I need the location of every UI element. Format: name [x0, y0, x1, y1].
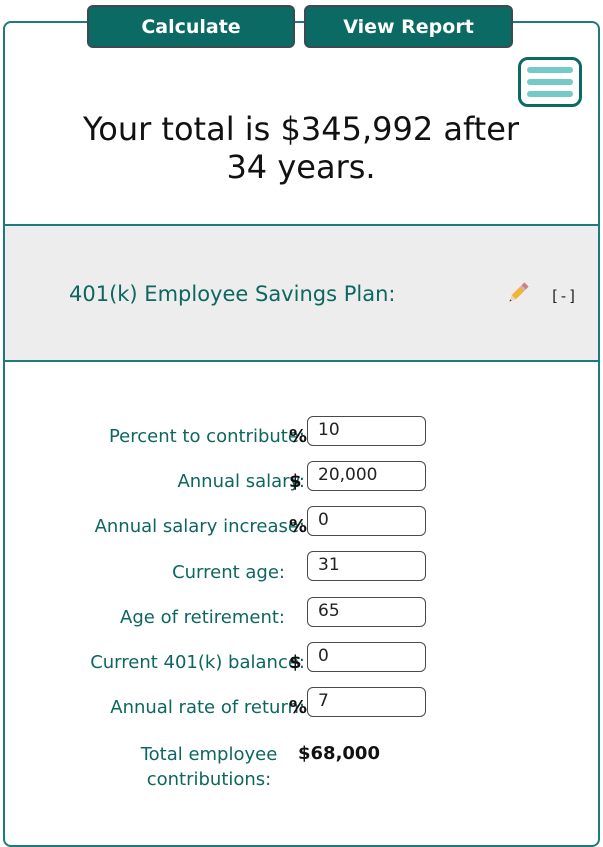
- percent-unit: %: [289, 516, 308, 537]
- salary-increase-input[interactable]: 0: [307, 506, 426, 536]
- total-contributions-label-line1: Total employee: [140, 744, 278, 765]
- percent-unit: %: [289, 426, 308, 447]
- retirement-age-input[interactable]: 65: [307, 597, 426, 627]
- salary-increase-label: Annual salary increase:: [94, 516, 305, 537]
- total-contributions-value: $68,000: [298, 743, 380, 764]
- result-summary-line2: 34 years.: [226, 148, 376, 186]
- menu-bar: [527, 67, 573, 73]
- percent-contribute-input[interactable]: 10: [307, 416, 426, 446]
- current-age-label: Current age:: [172, 562, 285, 583]
- dollar-unit: $: [289, 471, 302, 492]
- rate-of-return-label: Annual rate of return:: [110, 697, 305, 718]
- collapse-toggle[interactable]: [-]: [550, 287, 577, 305]
- view-report-button[interactable]: View Report: [304, 5, 513, 48]
- current-balance-input[interactable]: 0: [307, 642, 426, 672]
- section-title: 401(k) Employee Savings Plan:: [69, 282, 396, 306]
- total-contributions-label-line2: contributions:: [146, 769, 272, 790]
- result-summary: Your total is $345,992 after 34 years.: [20, 110, 582, 186]
- dollar-unit: $: [289, 652, 302, 673]
- total-contributions-label: Total employee contributions:: [130, 742, 288, 792]
- current-balance-label: Current 401(k) balance:: [90, 652, 305, 673]
- retirement-age-label: Age of retirement:: [120, 607, 285, 628]
- menu-bar: [527, 91, 573, 97]
- annual-salary-label: Annual salary:: [177, 471, 305, 492]
- result-summary-line1: Your total is $345,992 after: [82, 110, 520, 148]
- percent-unit: %: [289, 697, 308, 718]
- current-age-input[interactable]: 31: [307, 551, 426, 581]
- calculate-button[interactable]: Calculate: [87, 5, 295, 48]
- menu-bar: [527, 79, 573, 85]
- percent-contribute-label: Percent to contribute:: [108, 426, 305, 447]
- pencil-icon[interactable]: [505, 280, 531, 306]
- annual-salary-input[interactable]: 20,000: [307, 461, 426, 491]
- hamburger-menu-icon[interactable]: [518, 57, 582, 107]
- rate-of-return-input[interactable]: 7: [307, 687, 426, 717]
